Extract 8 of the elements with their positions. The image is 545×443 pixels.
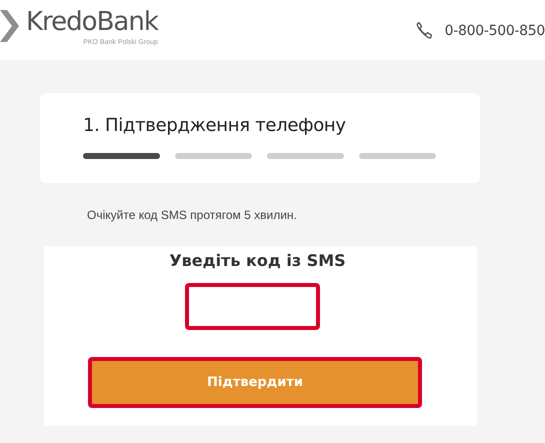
logo-text[interactable]: KredoBank (26, 6, 158, 38)
form-title: Уведіть код із SMS (169, 250, 346, 272)
hint-text: Очікуйте код SMS протягом 5 хвилин. (87, 208, 298, 222)
code-input-field[interactable] (184, 283, 320, 330)
phone-icon (414, 21, 434, 41)
phone-number[interactable]: 0-800-500-850 (444, 23, 545, 39)
chevron-icon (0, 10, 19, 42)
step-title: 1. Підтвердження телефону (83, 115, 347, 137)
